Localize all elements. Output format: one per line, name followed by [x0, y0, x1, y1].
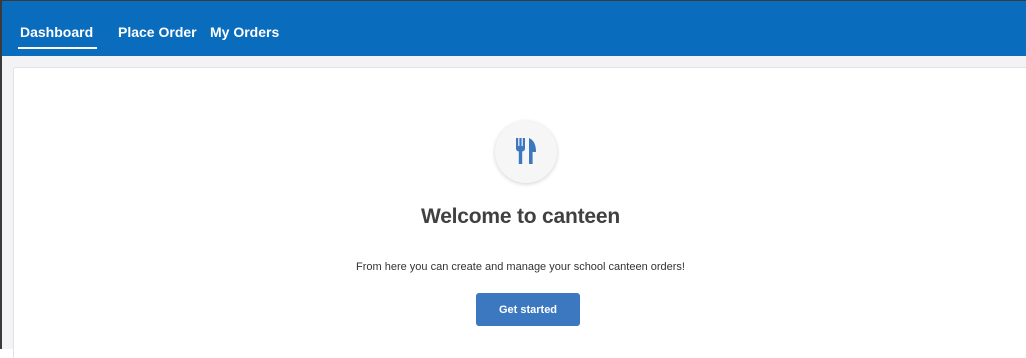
tab-dashboard[interactable]: Dashboard — [17, 1, 98, 56]
tab-place-order[interactable]: Place Order — [118, 1, 197, 56]
page-subtitle: From here you can create and manage your… — [356, 261, 685, 273]
get-started-button[interactable]: Get started — [476, 293, 580, 326]
top-navbar: Dashboard Place Order My Orders — [2, 1, 1026, 56]
cutlery-icon-badge — [495, 121, 557, 183]
page-title: Welcome to canteen — [420, 205, 621, 228]
cutlery-icon — [516, 138, 536, 164]
tab-my-orders[interactable]: My Orders — [210, 1, 279, 56]
welcome-card: Welcome to canteen From here you can cre… — [13, 67, 1026, 358]
app-frame: Dashboard Place Order My Orders Welcome … — [0, 0, 1026, 358]
